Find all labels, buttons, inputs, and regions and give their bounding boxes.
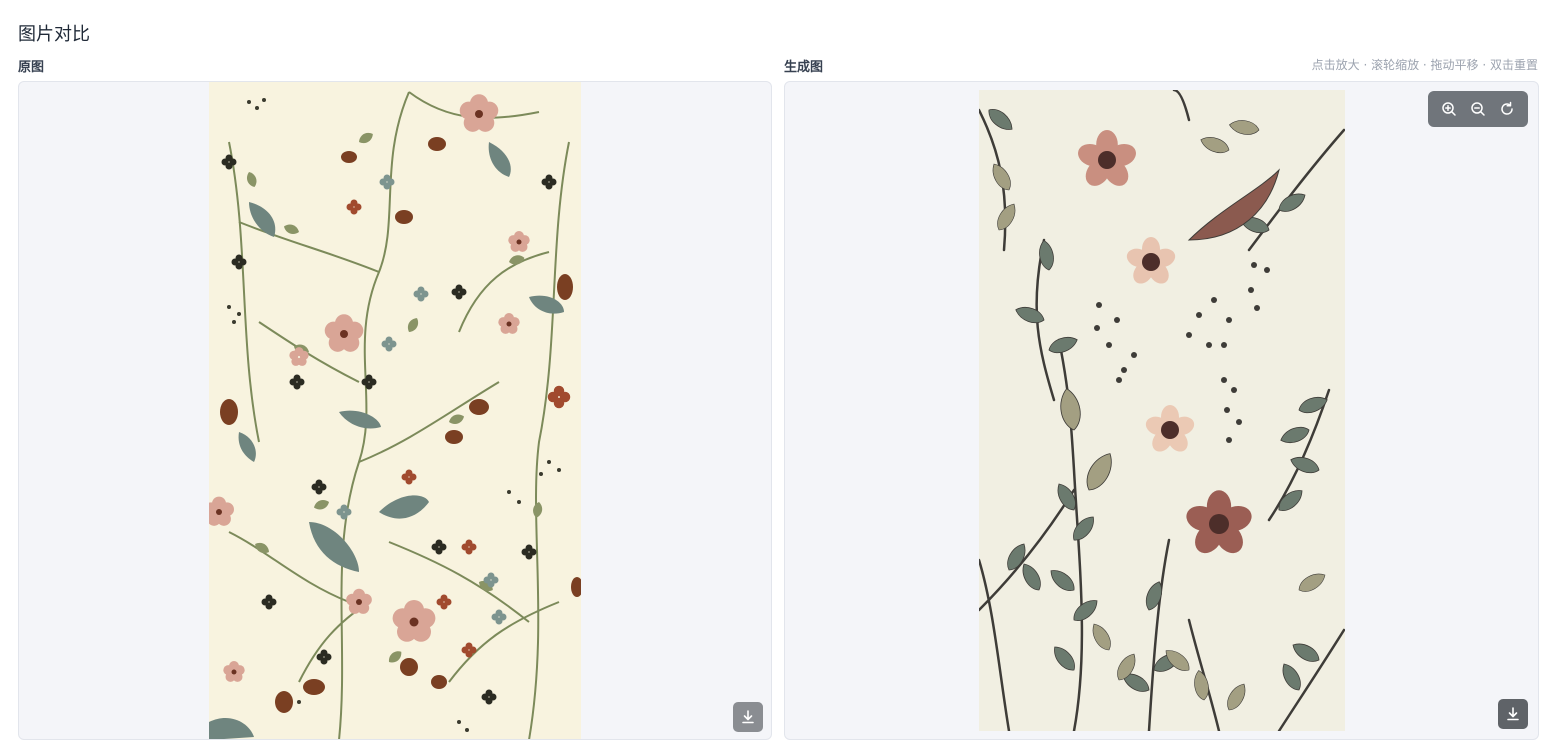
interaction-hint: 点击放大 · 滚轮缩放 · 拖动平移 · 双击重置 [1311, 58, 1538, 72]
generated-label: 生成图 [784, 60, 824, 75]
original-image[interactable] [209, 82, 581, 740]
zoom-out-button[interactable] [1465, 96, 1491, 122]
download-icon [1507, 707, 1519, 721]
reset-zoom-button[interactable] [1494, 96, 1520, 122]
generated-image[interactable] [979, 90, 1345, 731]
original-label: 原图 [18, 60, 45, 75]
generated-image-panel [784, 81, 1539, 740]
zoom-toolbar [1428, 91, 1528, 127]
zoom-in-button[interactable] [1436, 96, 1462, 122]
rotate-reset-icon [1501, 101, 1514, 115]
zoom-in-icon [1441, 102, 1456, 116]
download-button[interactable] [1498, 699, 1528, 729]
download-button[interactable] [733, 702, 763, 732]
zoom-out-icon [1471, 102, 1485, 116]
page-title: 图片对比 [18, 24, 90, 45]
download-icon [742, 710, 754, 724]
original-image-panel [18, 81, 772, 740]
